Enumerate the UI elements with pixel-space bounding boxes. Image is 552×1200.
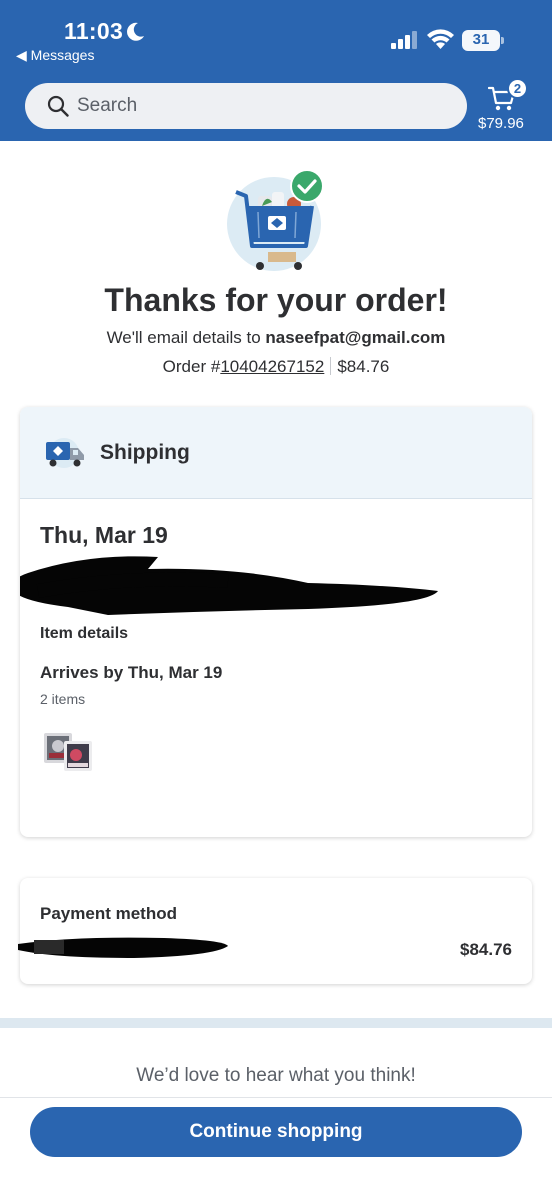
redacted-address [20, 556, 438, 615]
feedback-prompt[interactable]: We’d love to hear what you think! [0, 1065, 552, 1087]
items-count: 2 items [40, 691, 86, 707]
continue-shopping-button[interactable]: Continue shopping [30, 1107, 522, 1157]
shipping-card: Shipping Thu, Mar 19 Item details Arrive… [20, 407, 532, 837]
divider [330, 357, 332, 375]
cellular-signal-icon [391, 31, 417, 49]
divider [0, 1097, 552, 1098]
arrival-estimate: Arrives by Thu, Mar 19 [40, 663, 223, 682]
wifi-icon [427, 29, 454, 49]
shipping-header: Shipping [20, 407, 532, 499]
moon-icon [127, 22, 144, 41]
order-number-link[interactable]: 10404267152 [220, 357, 324, 376]
product-thumbnail[interactable] [64, 741, 92, 771]
customer-email: naseefpat@gmail.com [265, 328, 446, 347]
cart-count-badge: 2 [507, 78, 528, 99]
search-bar[interactable]: Search [25, 83, 467, 129]
cart-check-illustration [227, 170, 324, 271]
email-notice: We'll email details to naseefpat@gmail.c… [0, 328, 552, 348]
battery-indicator: 31 [462, 30, 504, 51]
search-icon [47, 95, 69, 117]
order-summary: Order #10404267152 $84.76 [0, 357, 552, 377]
section-divider [0, 1018, 552, 1028]
item-details-label: Item details [40, 625, 129, 642]
redacted-payment [18, 937, 228, 958]
payment-method-label: Payment method [40, 904, 177, 923]
email-notice-prefix: We'll email details to [106, 328, 266, 347]
search-placeholder: Search [77, 95, 138, 116]
app-header: 11:03 ◀ Messages 31 Search 2 $79.96 [0, 0, 552, 141]
shipping-title: Shipping [100, 441, 190, 464]
battery-level: 31 [472, 31, 490, 48]
cart-total: $79.96 [478, 115, 524, 132]
cart-button[interactable]: 2 $79.96 [476, 78, 546, 134]
order-prefix: Order # [162, 357, 221, 376]
order-total: $84.76 [337, 357, 390, 376]
payment-card: Payment method $84.76 [18, 878, 532, 984]
back-to-messages-link[interactable]: ◀ Messages [16, 47, 94, 64]
delivery-truck-icon [46, 438, 84, 468]
page-title: Thanks for your order! [104, 282, 448, 318]
status-time: 11:03 [64, 18, 124, 44]
payment-amount: $84.76 [460, 940, 512, 959]
